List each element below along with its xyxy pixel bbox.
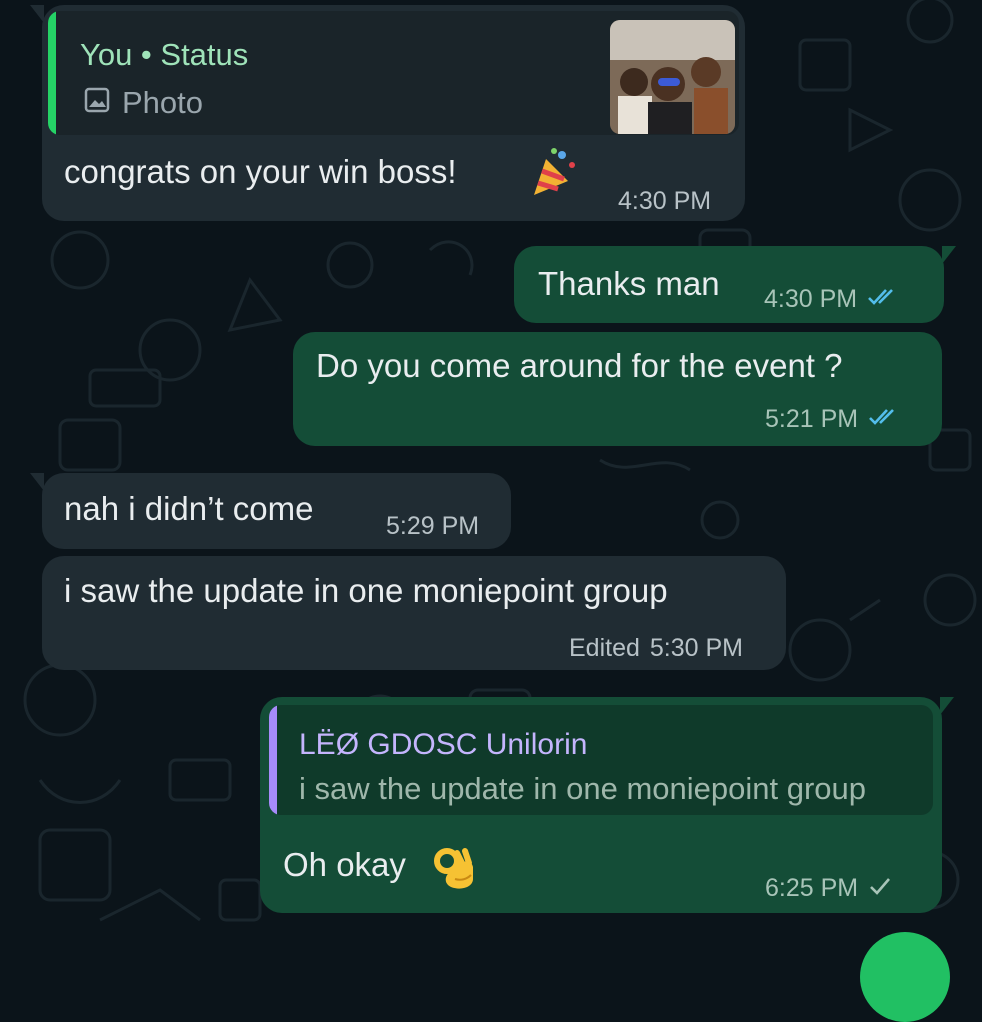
quoted-status[interactable]: You • Status Photo xyxy=(48,11,739,135)
message-meta: 5:21 PM xyxy=(765,404,900,434)
quote-accent-bar xyxy=(48,11,56,135)
message-text: i saw the update in one moniepoint group xyxy=(64,572,668,609)
message-text: congrats on your win boss! xyxy=(64,153,457,190)
message-time: 4:30 PM xyxy=(618,187,712,215)
message-time: 6:25 PM xyxy=(765,874,859,902)
quote-author: You • Status xyxy=(80,37,249,72)
message-text: Thanks man xyxy=(538,265,720,302)
message-time: 5:21 PM xyxy=(765,405,859,433)
status-photo-thumbnail[interactable] xyxy=(610,20,735,134)
message-bubble-outgoing[interactable]: Thanks man 4:30 PM xyxy=(514,246,956,323)
quote-author: LËØ GDOSC Unilorin xyxy=(299,728,588,761)
edited-label: Edited xyxy=(569,634,640,662)
ok-hand-icon xyxy=(433,845,477,896)
quoted-message[interactable]: LËØ GDOSC Unilorin i saw the update in o… xyxy=(269,705,933,815)
scroll-action-button[interactable] xyxy=(860,932,950,1022)
party-popper-icon xyxy=(528,147,578,204)
message-time: 4:30 PM xyxy=(764,285,858,313)
message-text: Do you come around for the event ? xyxy=(316,347,843,384)
message-meta: 4:30 PM xyxy=(764,284,899,314)
message-text: Oh okay xyxy=(283,846,406,883)
quote-text: i saw the update in one moniepoint group xyxy=(299,771,867,806)
double-check-icon xyxy=(868,404,900,434)
message-text: nah i didn’t come xyxy=(64,490,314,527)
photo-icon xyxy=(84,87,110,118)
message-bubble-outgoing[interactable]: Do you come around for the event ? 5:21 … xyxy=(293,332,942,446)
single-check-icon xyxy=(868,873,892,903)
message-meta: 4:30 PM xyxy=(618,186,711,216)
message-meta: 6:25 PM xyxy=(765,873,892,903)
message-time: 5:29 PM xyxy=(386,512,480,540)
message-meta: 5:29 PM xyxy=(386,511,479,541)
message-time: 5:30 PM xyxy=(649,634,743,662)
message-bubble-incoming[interactable]: nah i didn’t come 5:29 PM xyxy=(30,473,511,549)
message-bubble-incoming[interactable]: i saw the update in one moniepoint group… xyxy=(42,556,786,670)
quote-media-type: Photo xyxy=(122,85,204,120)
double-check-icon xyxy=(867,284,899,314)
quote-accent-bar xyxy=(269,705,277,815)
message-bubble-incoming[interactable]: You • Status Photo congrats on your win … xyxy=(30,5,745,221)
message-meta: Edited 5:30 PM xyxy=(569,633,743,663)
message-bubble-outgoing[interactable]: LËØ GDOSC Unilorin i saw the update in o… xyxy=(260,697,954,913)
